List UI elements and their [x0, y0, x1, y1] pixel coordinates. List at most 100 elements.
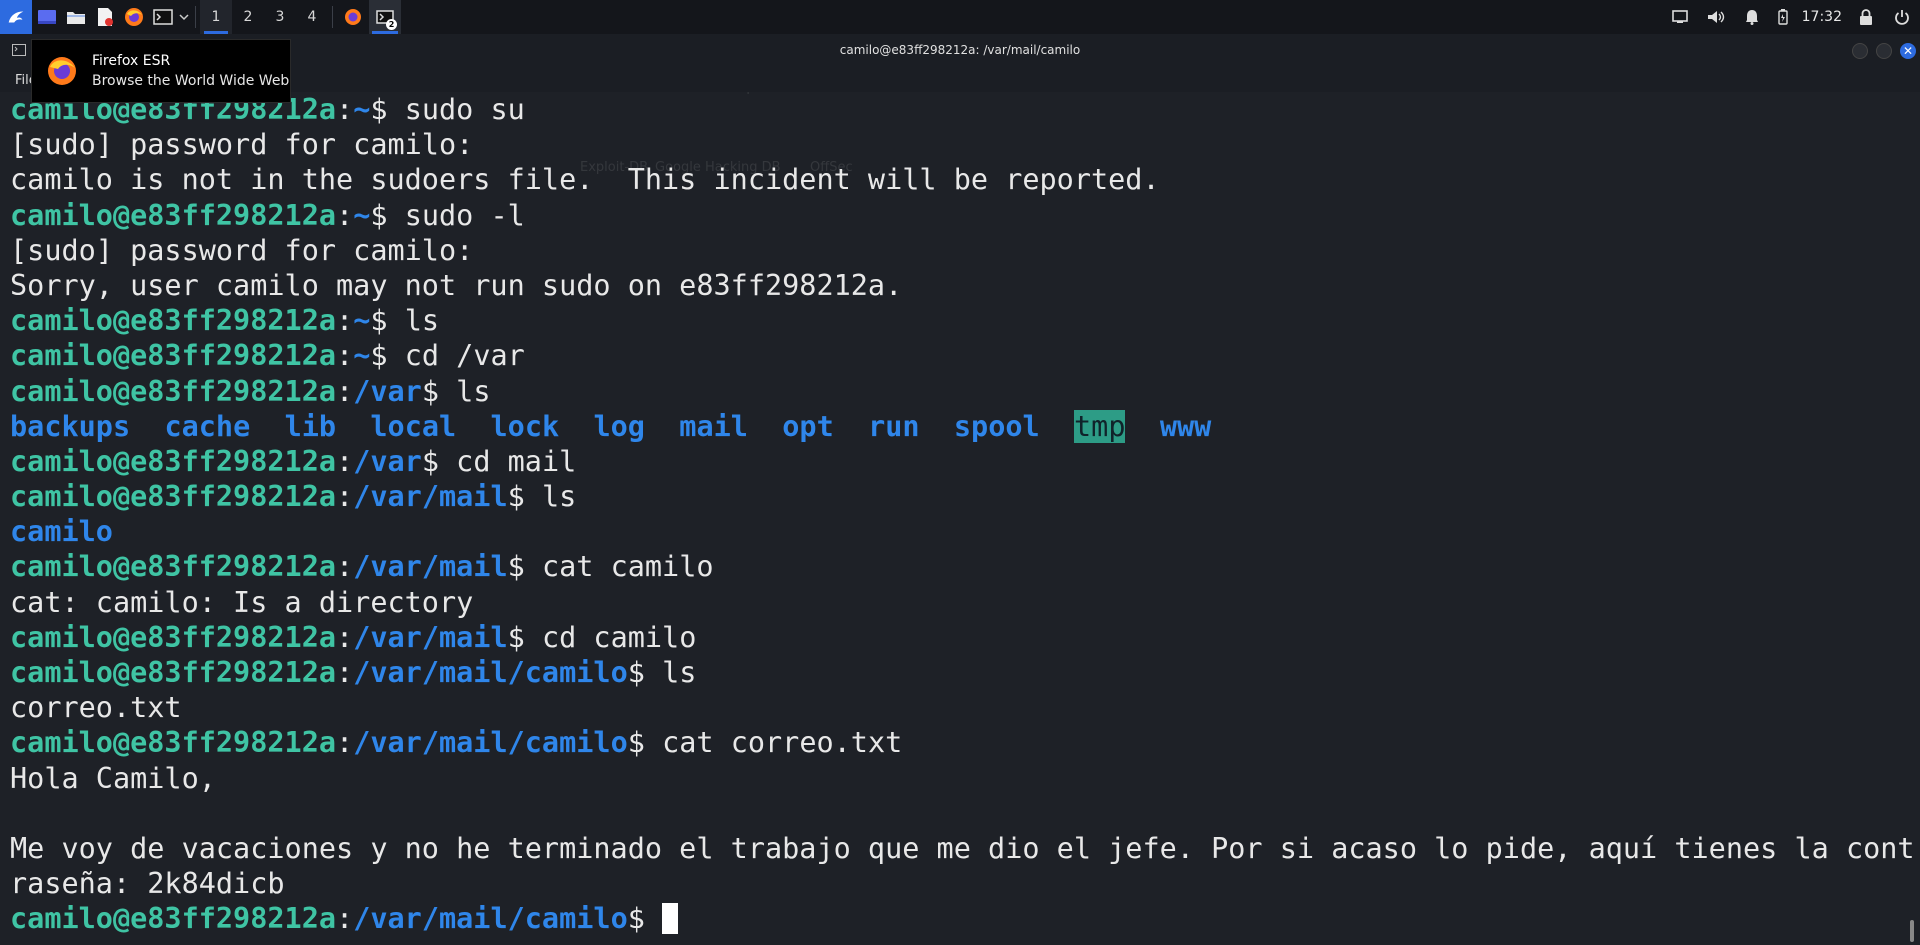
output-line: Hola Camilo, [10, 761, 216, 795]
directory-entry: www [1159, 409, 1212, 443]
prompt-line: camilo@e83ff298212a:/var/mail/camilo$ ca… [10, 725, 1910, 760]
directory-entry: lock [490, 409, 560, 443]
battery-button[interactable] [1770, 0, 1796, 34]
prompt-line: camilo@e83ff298212a:~$ sudo su [10, 92, 1910, 127]
prompt-line: camilo@e83ff298212a:~$ sudo -l [10, 198, 1910, 233]
firefox-icon [48, 57, 76, 85]
directory-entry: lib [284, 409, 337, 443]
terminal-launcher[interactable] [148, 0, 177, 34]
command-text: cd mail [456, 444, 577, 478]
prompt-colon: : [336, 620, 354, 654]
notifications-button[interactable] [1734, 0, 1770, 34]
prompt-user-host: camilo@e83ff298212a [10, 902, 337, 936]
scrollbar[interactable] [1910, 920, 1914, 942]
directory-entry: run [868, 409, 920, 443]
prompt-path: /var [353, 444, 422, 478]
prompt-line: camilo@e83ff298212a:~$ cd /var [10, 338, 1910, 373]
prompt-user-host: camilo@e83ff298212a [10, 726, 337, 760]
prompt-symbol: $ [370, 304, 405, 338]
command-text: ls [404, 304, 440, 338]
prompt-symbol: $ [370, 93, 405, 126]
volume-button[interactable] [1698, 0, 1734, 34]
workspace-4[interactable]: 4 [296, 0, 328, 34]
prompt-user-host: camilo@e83ff298212a [10, 550, 337, 584]
lock-screen-button[interactable] [1848, 0, 1884, 34]
taskbar-firefox[interactable] [337, 0, 369, 34]
top-panel: 1 2 3 4 2 17:32 [0, 0, 1920, 34]
prompt-path: /var/mail/camilo [353, 656, 628, 689]
command-text: cd /var [404, 339, 525, 373]
directory-listing: backups cache lib local lock log mail op… [10, 409, 1910, 444]
output-line: [sudo] password for camilo: [10, 128, 474, 162]
prompt-line: camilo@e83ff298212a:/var/mail$ cat camil… [10, 549, 1910, 584]
prompt-user-host: camilo@e83ff298212a [10, 304, 337, 338]
workspace-2[interactable]: 2 [232, 0, 264, 34]
text-editor-icon [97, 8, 113, 26]
command-text: ls [662, 656, 697, 689]
desktop-icon [37, 10, 56, 24]
close-button[interactable]: ✕ [1900, 43, 1916, 59]
prompt-colon: : [336, 656, 354, 689]
power-button[interactable] [1884, 0, 1920, 34]
panel-separator [195, 6, 196, 28]
prompt-path: ~ [353, 198, 371, 232]
workspace-1[interactable]: 1 [200, 0, 232, 34]
prompt-path: ~ [353, 304, 371, 338]
terminal-output[interactable]: camilo@e83ff298212a:~$ sudo su [sudo] pas… [10, 92, 1915, 937]
prompt-symbol: $ [370, 339, 405, 373]
prompt-colon: : [336, 726, 354, 760]
taskbar-terminal[interactable]: 2 [369, 0, 401, 34]
kali-dragon-icon [8, 11, 24, 23]
directory-listing: camilo [10, 514, 1910, 549]
minimize-button[interactable] [1852, 43, 1868, 59]
prompt-line: camilo@e83ff298212a:/var/mail/camilo$ ls [10, 655, 1910, 690]
prompt-symbol: $ [370, 198, 405, 232]
firefox-icon [124, 8, 143, 26]
output-line: camilo is not in the sudoers file. This … [10, 163, 1160, 197]
display-button[interactable] [1662, 0, 1698, 34]
prompt-path: /var/mail [353, 480, 508, 514]
prompt-symbol: $ [507, 550, 542, 584]
firefox-launcher[interactable] [119, 0, 148, 34]
prompt-user-host: camilo@e83ff298212a [10, 339, 337, 373]
terminal-window: camilo@e83ff298212a: /var/mail/camilo ✕ … [0, 34, 1920, 945]
output-line: correo.txt [10, 691, 182, 725]
launcher-tooltip: Firefox ESR Browse the World Wide Web [31, 39, 291, 103]
prompt-colon: : [336, 198, 354, 232]
text-editor-launcher[interactable] [90, 0, 119, 34]
prompt-user-host: camilo@e83ff298212a [10, 198, 337, 232]
prompt-user-host: camilo@e83ff298212a [10, 374, 337, 408]
prompt-symbol: $ [507, 620, 542, 654]
show-desktop-button[interactable] [32, 0, 61, 34]
directory-entry: spool [953, 409, 1040, 443]
command-text: ls [541, 480, 577, 514]
file-manager-launcher[interactable] [61, 0, 90, 34]
workspace-3[interactable]: 3 [264, 0, 296, 34]
folder-icon [66, 12, 85, 24]
kali-menu-button[interactable] [0, 0, 32, 34]
output-line: cat: camilo: Is a directory [10, 585, 474, 619]
directory-entry: backups [10, 409, 131, 443]
maximize-button[interactable] [1876, 43, 1892, 59]
command-text: ls [456, 374, 491, 408]
terminal-icon [152, 9, 173, 25]
monitor-icon [1671, 10, 1688, 23]
directory-entry: camilo [10, 515, 113, 549]
directory-entry: log [593, 409, 645, 443]
prompt-path: /var [353, 374, 422, 408]
directory-entry: opt [782, 409, 834, 443]
directory-entry: tmp [1074, 409, 1126, 443]
command-text: cat camilo [541, 550, 714, 584]
window-count-badge: 2 [386, 19, 397, 30]
directory-entry: cache [164, 409, 251, 443]
prompt-line: camilo@e83ff298212a:/var/mail$ ls [10, 479, 1910, 514]
clock[interactable]: 17:32 [1796, 9, 1848, 25]
prompt-line: camilo@e83ff298212a:/var$ ls [10, 374, 1910, 409]
speaker-icon [1707, 11, 1724, 23]
output-line: [sudo] password for camilo: [10, 233, 474, 267]
prompt-colon: : [336, 93, 354, 126]
prompt-path: /var/mail/camilo [353, 902, 628, 936]
workspace-label: 1 [211, 9, 221, 25]
prompt-colon: : [336, 480, 354, 514]
terminal-launcher-dropdown[interactable] [177, 0, 191, 34]
